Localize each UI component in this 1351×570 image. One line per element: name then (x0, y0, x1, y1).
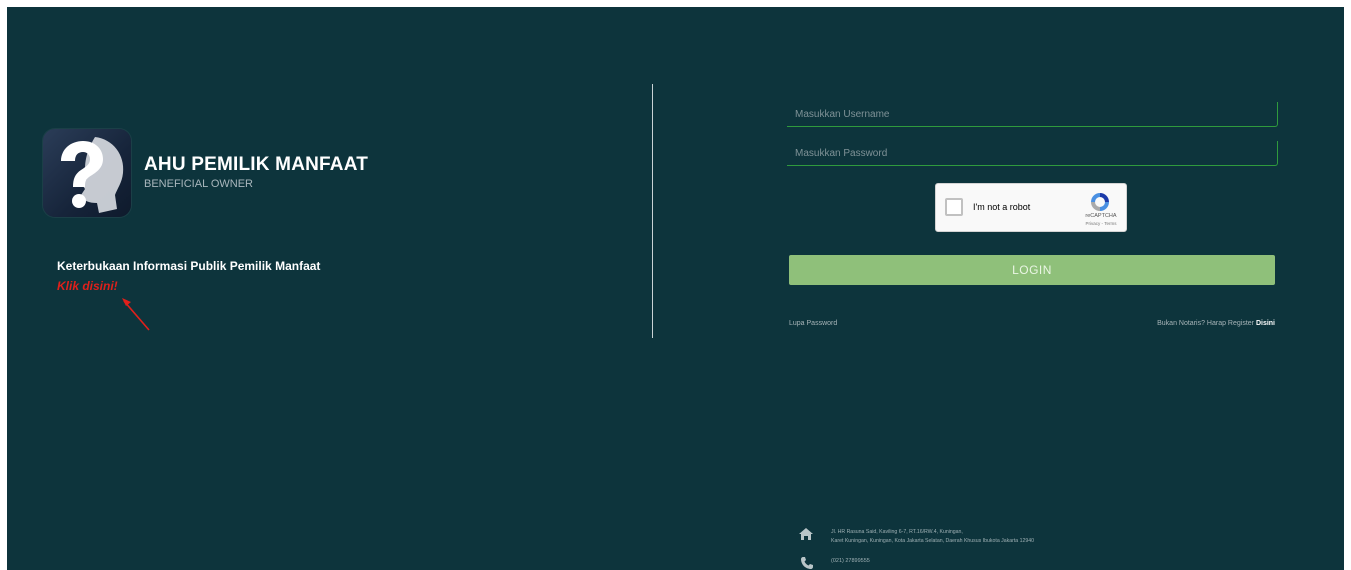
footer-address: Jl. HR Rasuna Said, Kaviling 6-7, RT.16/… (831, 528, 1034, 546)
username-input[interactable] (787, 102, 1278, 127)
recaptcha-logo-icon (1091, 193, 1109, 211)
app-title: AHU PEMILIK MANFAAT (144, 154, 369, 175)
footer-phone: (021) 27899555 (831, 558, 870, 564)
address-line-1: Jl. HR Rasuna Said, Kaviling 6-7, RT.16/… (831, 529, 963, 535)
login-button[interactable]: LOGIN (789, 255, 1275, 285)
register-prefix: Bukan Notaris? Harap Register (1157, 320, 1256, 327)
forgot-password-link[interactable]: Lupa Password (789, 320, 837, 327)
app-subtitle: BENEFICIAL OWNER (144, 178, 253, 190)
home-icon (799, 528, 813, 540)
recaptcha-terms-link[interactable]: Privacy - Terms (1079, 221, 1123, 226)
recaptcha-label: I'm not a robot (973, 202, 1031, 212)
app-logo (43, 129, 131, 217)
red-arrow-icon (122, 298, 150, 331)
public-info-link[interactable]: Klik disini! (57, 279, 118, 293)
register-link[interactable]: Disini (1256, 320, 1275, 327)
register-text: Bukan Notaris? Harap Register Disini (1157, 320, 1275, 327)
vertical-divider (652, 84, 653, 338)
question-head-icon (61, 137, 124, 213)
public-info-title: Keterbukaan Informasi Publik Pemilik Man… (57, 259, 321, 273)
recaptcha-checkbox[interactable] (945, 198, 963, 216)
recaptcha-widget: I'm not a robot reCAPTCHA Privacy - Term… (935, 183, 1127, 232)
login-page: AHU PEMILIK MANFAAT BENEFICIAL OWNER Ket… (7, 7, 1344, 570)
recaptcha-brand: reCAPTCHA (1085, 213, 1117, 219)
phone-icon (801, 557, 813, 569)
address-line-2: Karet Kuningan, Kuningan, Kota Jakarta S… (831, 538, 1035, 544)
password-input[interactable] (787, 141, 1278, 166)
